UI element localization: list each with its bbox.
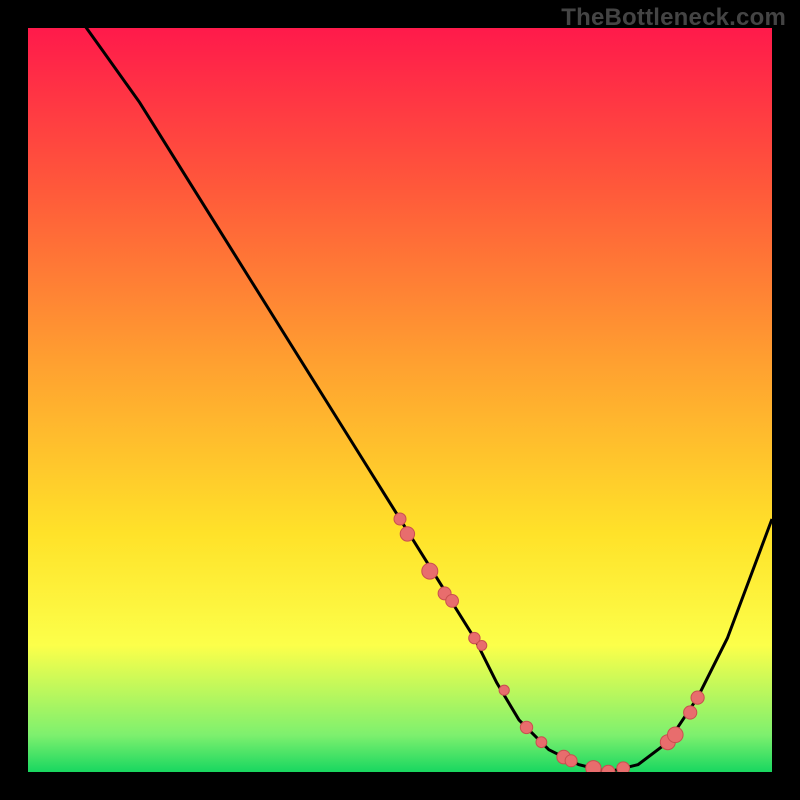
highlight-marker — [400, 527, 414, 541]
highlight-marker — [602, 765, 615, 772]
highlight-marker — [394, 513, 406, 525]
highlight-marker — [499, 685, 509, 695]
highlight-marker — [422, 563, 438, 579]
chart-frame: TheBottleneck.com — [0, 0, 800, 800]
highlight-marker — [536, 737, 547, 748]
highlight-marker — [586, 761, 601, 772]
highlight-marker — [565, 755, 577, 767]
highlight-marker — [668, 727, 684, 743]
highlight-marker — [617, 762, 630, 772]
bottleneck-curve — [28, 28, 772, 772]
highlight-markers-group — [394, 513, 704, 772]
highlight-marker — [520, 721, 532, 733]
highlight-marker — [691, 691, 704, 704]
plot-area — [28, 28, 772, 772]
highlight-marker — [684, 706, 697, 719]
highlight-marker — [446, 595, 459, 608]
chart-svg — [28, 28, 772, 772]
highlight-marker — [477, 641, 487, 651]
